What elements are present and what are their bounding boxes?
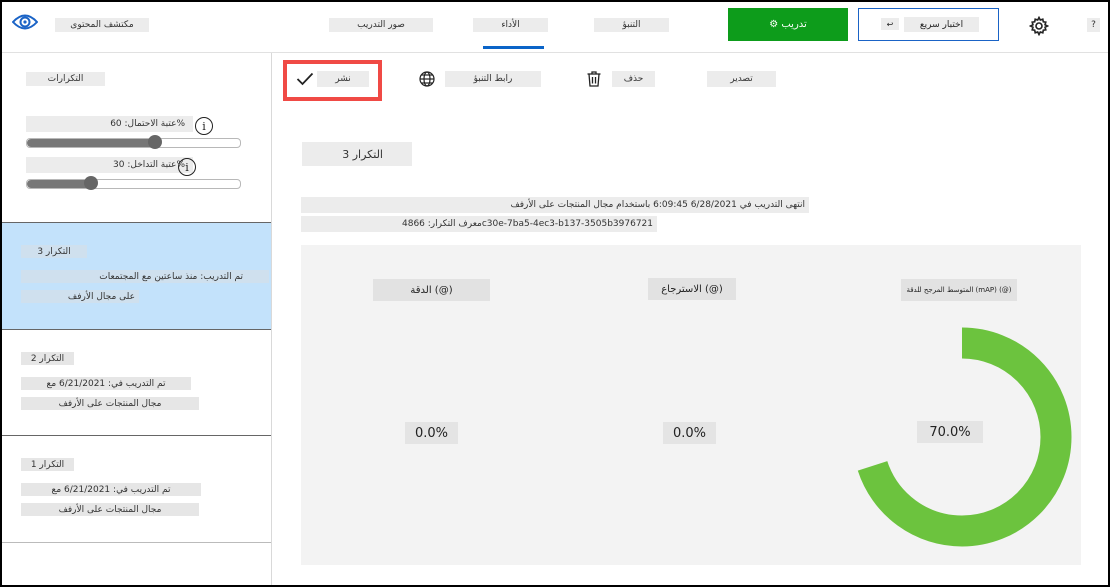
- quick-test-arrow: ↩: [881, 18, 899, 30]
- iteration-domain: مجال المنتجات على الأرفف: [21, 503, 199, 516]
- export-button[interactable]: تصدير: [707, 71, 776, 87]
- iteration-title: التكرار 3: [302, 142, 412, 166]
- tab-performance[interactable]: الأداء: [473, 18, 548, 32]
- tab-training-images[interactable]: صور التدريب: [329, 18, 433, 32]
- iteration-list-item[interactable]: التكرار 3 تم التدريب: منذ ساعتين مع المج…: [2, 222, 271, 329]
- active-tab-indicator: [483, 46, 544, 49]
- gear-icon[interactable]: [1029, 16, 1049, 36]
- app-window: مكتشف المحتوى صور التدريب الأداء التنبؤ …: [0, 0, 1110, 587]
- quick-test-button[interactable]: ↩ اختبار سريع: [858, 8, 999, 41]
- iteration-name: التكرار 2: [21, 352, 74, 365]
- precision-title: الدقة (@): [373, 279, 490, 301]
- iterations-sidebar: التكرارات عتبة الاحتمال: 60% i عتبة التد…: [2, 53, 272, 585]
- trash-icon[interactable]: [587, 71, 601, 87]
- iteration-list-item[interactable]: التكرار 1 تم التدريب في: 6/21/2021 مع مج…: [2, 435, 271, 543]
- iteration-name: التكرار 3: [21, 245, 87, 258]
- iteration-domain: على مجال الأرفف: [21, 290, 139, 303]
- training-finished-text: انتهى التدريب في 6/28/2021 6:09:45 باستخ…: [301, 197, 809, 213]
- project-name[interactable]: مكتشف المحتوى: [55, 18, 149, 32]
- recall-title: الاسترجاع (@): [648, 278, 736, 300]
- map-value: 70.0%: [917, 421, 983, 443]
- tab-prediction[interactable]: التنبؤ: [594, 18, 669, 32]
- iteration-trained-info: تم التدريب في: 6/21/2021 مع: [21, 377, 191, 390]
- eye-icon[interactable]: [12, 12, 38, 32]
- overlap-threshold-slider[interactable]: [26, 176, 241, 190]
- globe-icon[interactable]: [419, 71, 435, 87]
- info-icon[interactable]: i: [195, 117, 213, 135]
- train-button[interactable]: ⚙ تدريب: [728, 8, 848, 41]
- sidebar-title: التكرارات: [26, 72, 105, 86]
- top-bar: مكتشف المحتوى صور التدريب الأداء التنبؤ …: [2, 2, 1108, 53]
- overlap-slider-fill: [27, 180, 91, 188]
- metrics-panel: الدقة (@) الاسترجاع (@) المتوسط المرجح ل…: [301, 245, 1081, 565]
- prediction-url-button[interactable]: رابط التنبؤ: [445, 71, 541, 87]
- publish-highlight-box: [283, 60, 382, 101]
- iteration-domain: مجال المنتجات على الأرفف: [21, 397, 199, 410]
- delete-button[interactable]: حذف: [612, 71, 655, 87]
- iteration-trained-info: تم التدريب: منذ ساعتين مع المجتمعات: [21, 270, 269, 283]
- recall-value: 0.0%: [663, 422, 716, 444]
- probability-threshold-slider[interactable]: [26, 135, 241, 149]
- iteration-list-item[interactable]: التكرار 2 تم التدريب في: 6/21/2021 مع مج…: [2, 329, 271, 436]
- help-button[interactable]: ?: [1087, 18, 1100, 32]
- probability-slider-thumb[interactable]: [147, 135, 162, 149]
- info-icon[interactable]: i: [178, 158, 196, 176]
- quick-test-label: اختبار سريع: [904, 17, 979, 32]
- map-title: المتوسط المرجح للدقة (mAP) (@): [901, 279, 1017, 301]
- overlap-threshold-label: عتبة التداخل: 30%: [26, 157, 193, 173]
- iteration-name: التكرار 1: [21, 458, 74, 471]
- probability-slider-fill: [27, 139, 155, 147]
- probability-threshold-label: عتبة الاحتمال: 60%: [26, 116, 193, 132]
- iteration-id-text: معرف التكرار: 4866c30e-7ba5-4ec3-b137-35…: [301, 216, 657, 232]
- overlap-slider-thumb[interactable]: [83, 176, 98, 190]
- precision-value: 0.0%: [405, 422, 458, 444]
- iteration-trained-info: تم التدريب في: 6/21/2021 مع: [21, 483, 201, 496]
